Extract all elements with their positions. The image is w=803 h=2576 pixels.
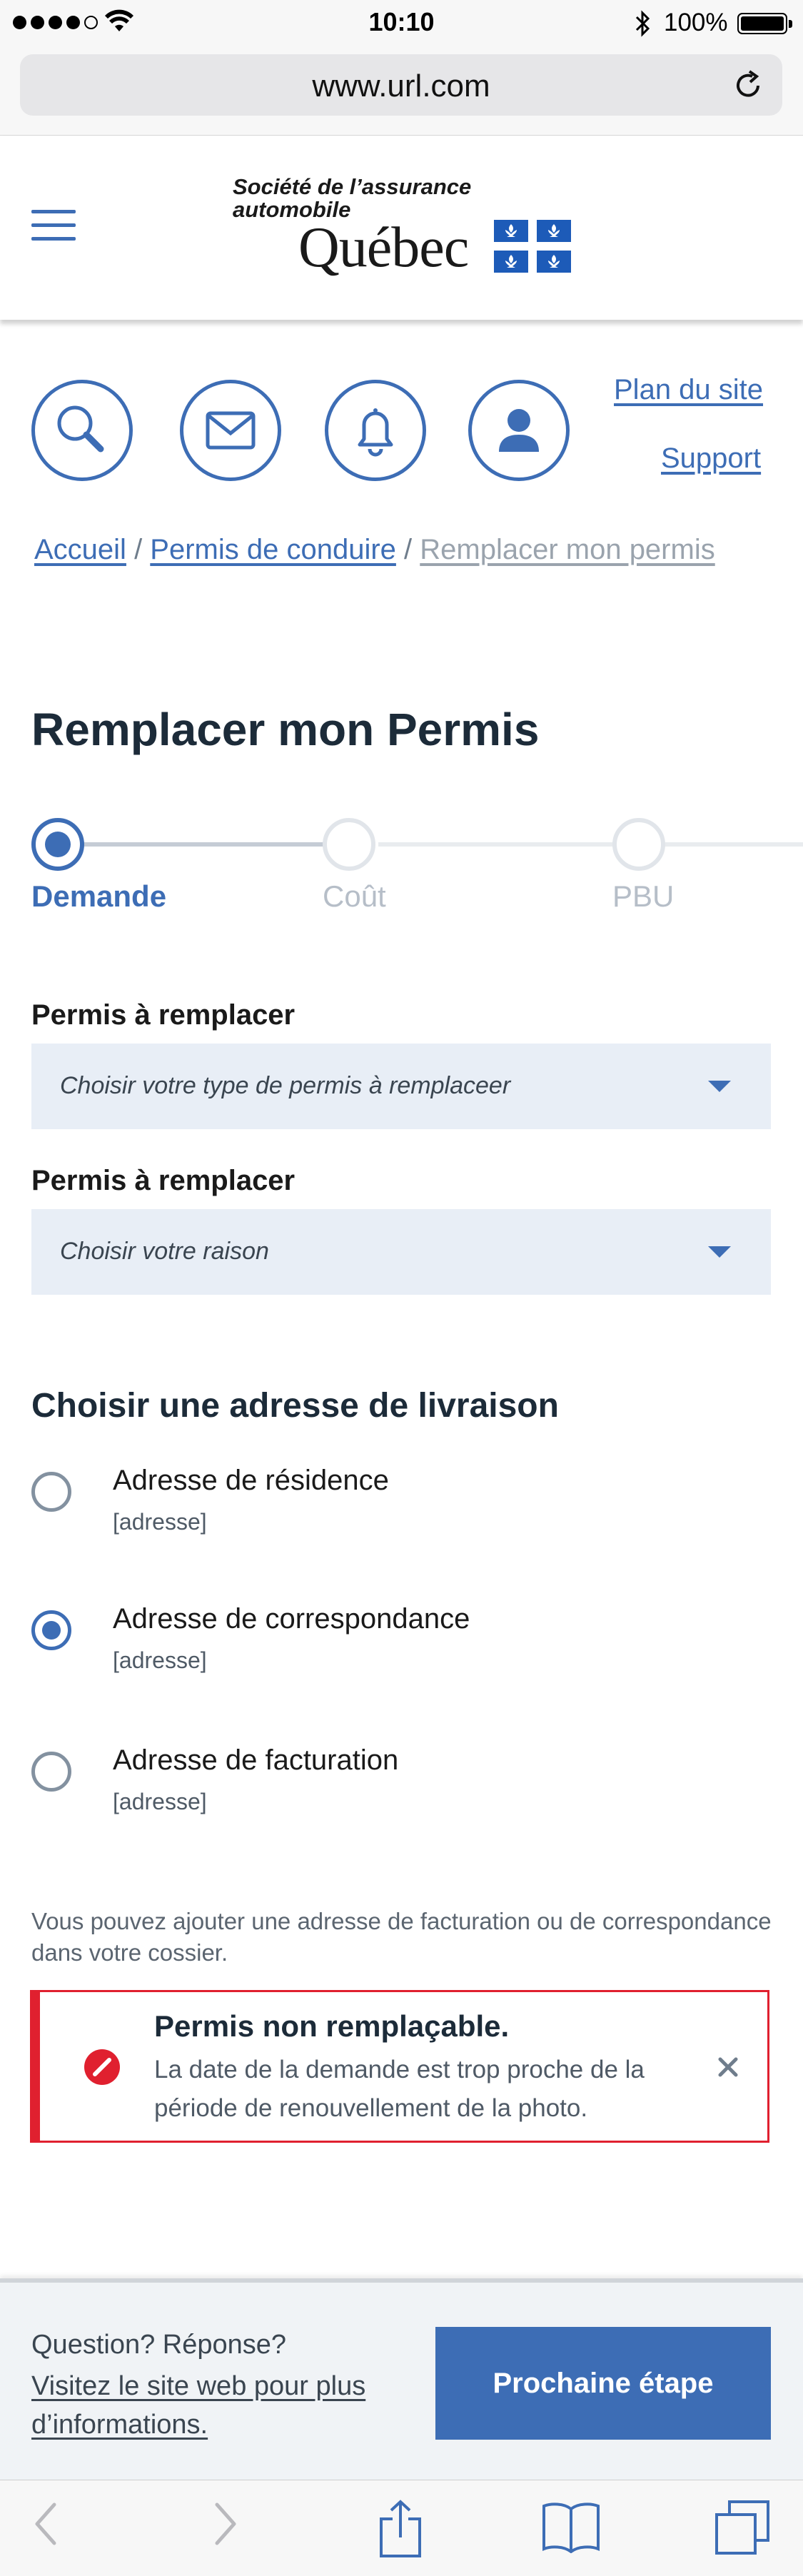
breadcrumb-separator: /	[395, 534, 420, 565]
search-icon[interactable]	[31, 380, 133, 481]
licence-type-select[interactable]: Choisir votre type de permis à remplacee…	[31, 1044, 771, 1129]
reason-placeholder: Choisir votre raison	[60, 1238, 269, 1265]
billing-address-value: [adresse]	[113, 1789, 207, 1814]
bell-icon[interactable]	[325, 380, 426, 481]
support-link[interactable]: Support	[661, 443, 761, 475]
step-indicator-pbu	[612, 818, 665, 871]
step-label-demande: Demande	[31, 879, 167, 913]
user-icon[interactable]	[468, 380, 570, 481]
page-title: Remplacer mon Permis	[31, 704, 540, 755]
alert-message: La date de la demande est trop proche de…	[154, 2056, 645, 2122]
logo-text[interactable]: Société de l’assurance automobile	[233, 176, 471, 221]
step-label-cout: Coût	[323, 879, 386, 913]
browser-toolbar	[0, 2480, 803, 2576]
error-alert: Permis non remplaçable. La date de la de…	[30, 1990, 769, 2143]
mail-icon[interactable]	[180, 380, 281, 481]
licence-type-placeholder: Choisir votre type de permis à remplacee…	[60, 1072, 511, 1099]
bluetooth-icon	[635, 10, 650, 37]
browser-address-bar: www.url.com	[0, 47, 803, 136]
site-map-link[interactable]: Plan du site	[614, 374, 763, 406]
url-field[interactable]: www.url.com	[20, 54, 782, 116]
correspondence-address-label[interactable]: Adresse de correspondance	[113, 1603, 470, 1635]
breadcrumb-home[interactable]: Accueil	[34, 534, 126, 565]
reason-label: Permis à remplacer	[31, 1165, 296, 1196]
step-label-pbu: PBU	[612, 879, 675, 913]
chevron-down-icon	[708, 1081, 731, 1092]
step-indicator-demande	[31, 818, 84, 871]
prohibited-icon	[84, 2049, 120, 2085]
correspondence-address-radio[interactable]	[31, 1610, 71, 1650]
url-text[interactable]: www.url.com	[20, 69, 782, 104]
status-bar: 10:10 100%	[0, 0, 803, 47]
battery-percentage: 100%	[664, 9, 728, 36]
breadcrumb-separator: /	[126, 534, 151, 565]
billing-address-label[interactable]: Adresse de facturation	[113, 1744, 398, 1777]
delivery-section-title: Choisir une adresse de livraison	[31, 1387, 559, 1425]
back-arrow-icon[interactable]	[31, 2499, 60, 2549]
stepper-connector	[57, 842, 348, 847]
billing-address-radio[interactable]	[31, 1752, 71, 1792]
logo-line-1: Société de l’assurance	[233, 174, 472, 199]
alert-title: Permis non remplaçable.	[154, 2009, 510, 2043]
tabs-icon[interactable]	[714, 2499, 771, 2556]
breadcrumb-current: Remplacer mon permis	[420, 534, 715, 565]
close-icon[interactable]	[710, 2049, 746, 2085]
residence-address-radio[interactable]	[31, 1472, 71, 1512]
reload-icon[interactable]	[731, 69, 765, 103]
bottom-action-bar: Question? Réponse? Visitez le site web p…	[0, 2278, 803, 2480]
breadcrumb: Accueil / Permis de conduire / Remplacer…	[34, 534, 791, 574]
bookmarks-icon[interactable]	[541, 2499, 601, 2553]
site-header: Société de l’assurance automobile Québec	[0, 136, 803, 320]
licence-type-label: Permis à remplacer	[31, 999, 296, 1031]
residence-address-label[interactable]: Adresse de résidence	[113, 1465, 389, 1497]
help-website-link[interactable]: Visitez le site web pour plus d’informat…	[31, 2367, 431, 2444]
hamburger-menu-icon[interactable]	[31, 210, 76, 243]
battery-icon	[737, 13, 792, 34]
next-step-button[interactable]: Prochaine étape	[435, 2327, 771, 2440]
address-help-text: Vous pouvez ajouter une adresse de factu…	[31, 1908, 772, 1966]
logo-city[interactable]: Québec	[298, 216, 469, 281]
chevron-down-icon	[708, 1246, 731, 1258]
breadcrumb-drivers-licence[interactable]: Permis de conduire	[150, 534, 396, 565]
correspondence-address-value: [adresse]	[113, 1647, 207, 1673]
quebec-flag-icon	[494, 220, 571, 273]
residence-address-value: [adresse]	[113, 1509, 207, 1535]
step-indicator-cout	[323, 818, 375, 871]
stepper-connector	[378, 842, 803, 847]
reason-select[interactable]: Choisir votre raison	[31, 1209, 771, 1295]
help-question: Question? Réponse?	[31, 2330, 287, 2360]
share-icon[interactable]	[377, 2499, 424, 2559]
forward-arrow-icon[interactable]	[211, 2499, 240, 2549]
